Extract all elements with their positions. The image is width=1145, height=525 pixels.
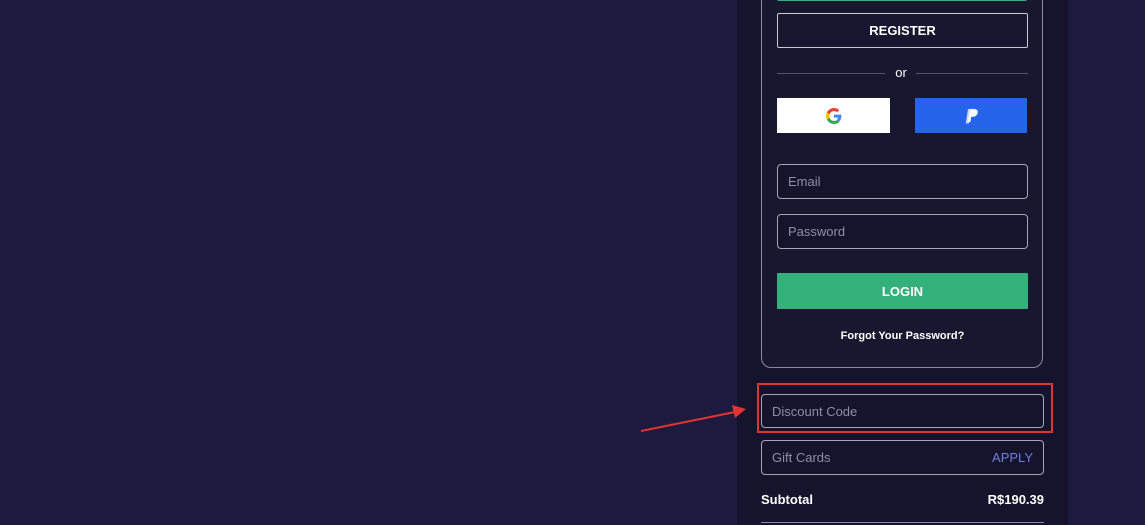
subtotal-row: Subtotal R$190.39 <box>761 492 1044 507</box>
gift-card-field: APPLY <box>761 440 1044 475</box>
or-divider-text: or <box>895 65 907 80</box>
apply-button[interactable]: APPLY <box>992 450 1043 465</box>
register-button[interactable]: REGISTER <box>777 13 1028 48</box>
gift-card-input[interactable] <box>762 441 993 474</box>
checkout-page: REGISTER or LOGIN Forgot Your Password? … <box>0 0 1145 525</box>
paypal-p-icon <box>965 108 978 123</box>
divider-line-left <box>777 73 885 74</box>
email-field[interactable] <box>777 164 1028 199</box>
google-login-button[interactable] <box>777 98 890 133</box>
divider-line-right <box>916 73 1028 74</box>
forgot-password-link[interactable]: Forgot Your Password? <box>777 330 1028 342</box>
subtotal-value: R$190.39 <box>987 492 1044 507</box>
login-button[interactable]: LOGIN <box>777 273 1028 309</box>
paypal-login-button[interactable] <box>915 98 1027 133</box>
google-g-icon <box>825 107 841 124</box>
discount-code-input[interactable] <box>761 394 1044 428</box>
top-green-button-edge[interactable] <box>777 0 1027 1</box>
subtotal-label: Subtotal <box>761 492 813 507</box>
password-field[interactable] <box>777 214 1028 249</box>
